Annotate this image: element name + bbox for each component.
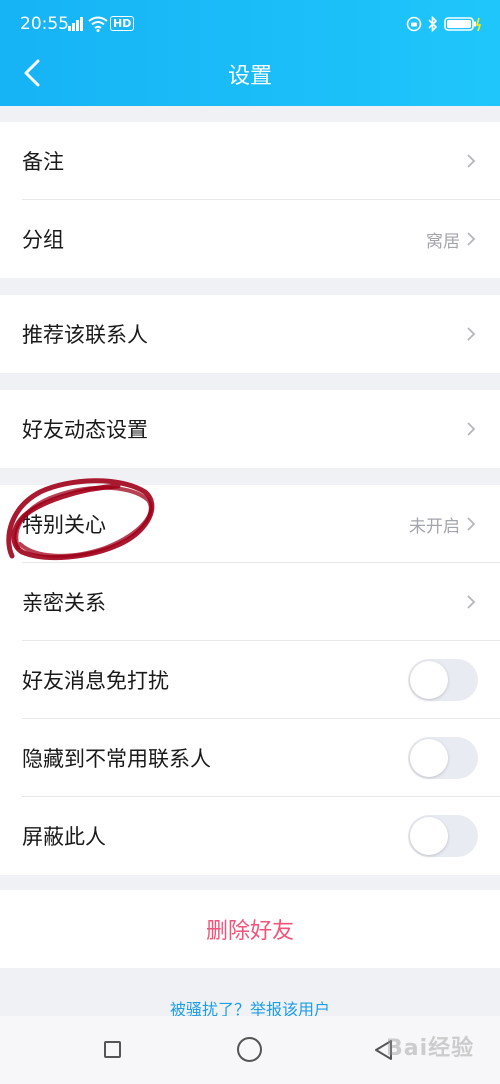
chevron-right-icon bbox=[467, 517, 476, 531]
row-value: 未开启 bbox=[409, 516, 460, 537]
hide-contact-toggle[interactable] bbox=[408, 737, 478, 779]
row-label: 好友动态设置 bbox=[22, 418, 148, 442]
toggle-knob bbox=[410, 739, 448, 777]
settings-row-remark[interactable]: 备注 bbox=[0, 122, 500, 200]
delete-friend-button[interactable]: 删除好友 bbox=[0, 890, 500, 968]
battery-icon bbox=[444, 17, 482, 32]
row-label: 好友消息免打扰 bbox=[22, 669, 169, 693]
watermark: Bai经验 bbox=[386, 1036, 475, 1061]
chevron-right-icon bbox=[467, 154, 476, 168]
row-label: 屏蔽此人 bbox=[22, 825, 106, 849]
chevron-right-icon bbox=[467, 422, 476, 436]
settings-row-group[interactable]: 分组 窝居 bbox=[0, 200, 500, 278]
settings-group-2: 推荐该联系人 bbox=[0, 295, 500, 373]
do-not-disturb-toggle[interactable] bbox=[408, 659, 478, 701]
settings-group-4: 特别关心 未开启 亲密关系 好友消息免打扰 隐藏到不常用联系人 屏蔽此人 bbox=[0, 485, 500, 875]
row-label: 备注 bbox=[22, 150, 64, 174]
settings-row-intimacy[interactable]: 亲密关系 bbox=[0, 563, 500, 641]
settings-row-hide-contact: 隐藏到不常用联系人 bbox=[0, 719, 500, 797]
row-label: 推荐该联系人 bbox=[22, 323, 148, 347]
row-label: 隐藏到不常用联系人 bbox=[22, 747, 211, 771]
status-time: 20:55 bbox=[20, 14, 69, 34]
bluetooth-icon bbox=[428, 15, 438, 33]
row-label: 特别关心 bbox=[22, 513, 106, 537]
hd-icon: HD bbox=[110, 16, 135, 31]
header-bar: 20:55 HD 设置 bbox=[0, 0, 500, 106]
toggle-knob bbox=[410, 661, 448, 699]
wifi-icon bbox=[88, 16, 108, 32]
status-bar: 20:55 HD bbox=[0, 0, 500, 50]
toggle-knob bbox=[410, 817, 448, 855]
settings-row-block: 屏蔽此人 bbox=[0, 797, 500, 875]
alarm-icon bbox=[406, 16, 422, 32]
settings-row-do-not-disturb: 好友消息免打扰 bbox=[0, 641, 500, 719]
settings-row-special-care[interactable]: 特别关心 未开启 bbox=[0, 485, 500, 563]
signal-icon bbox=[68, 17, 83, 31]
settings-row-recommend[interactable]: 推荐该联系人 bbox=[0, 295, 500, 373]
chevron-right-icon bbox=[467, 327, 476, 341]
block-toggle[interactable] bbox=[408, 815, 478, 857]
row-label: 分组 bbox=[22, 228, 64, 252]
recent-apps-button[interactable] bbox=[104, 1041, 121, 1058]
home-button[interactable] bbox=[237, 1037, 262, 1062]
settings-group-3: 好友动态设置 bbox=[0, 390, 500, 468]
chevron-right-icon bbox=[467, 232, 476, 246]
row-label: 亲密关系 bbox=[22, 591, 106, 615]
chevron-right-icon bbox=[467, 595, 476, 609]
row-value: 窝居 bbox=[426, 231, 460, 252]
settings-row-moments[interactable]: 好友动态设置 bbox=[0, 390, 500, 468]
settings-group-1: 备注 分组 窝居 bbox=[0, 122, 500, 278]
page-title: 设置 bbox=[227, 64, 272, 89]
